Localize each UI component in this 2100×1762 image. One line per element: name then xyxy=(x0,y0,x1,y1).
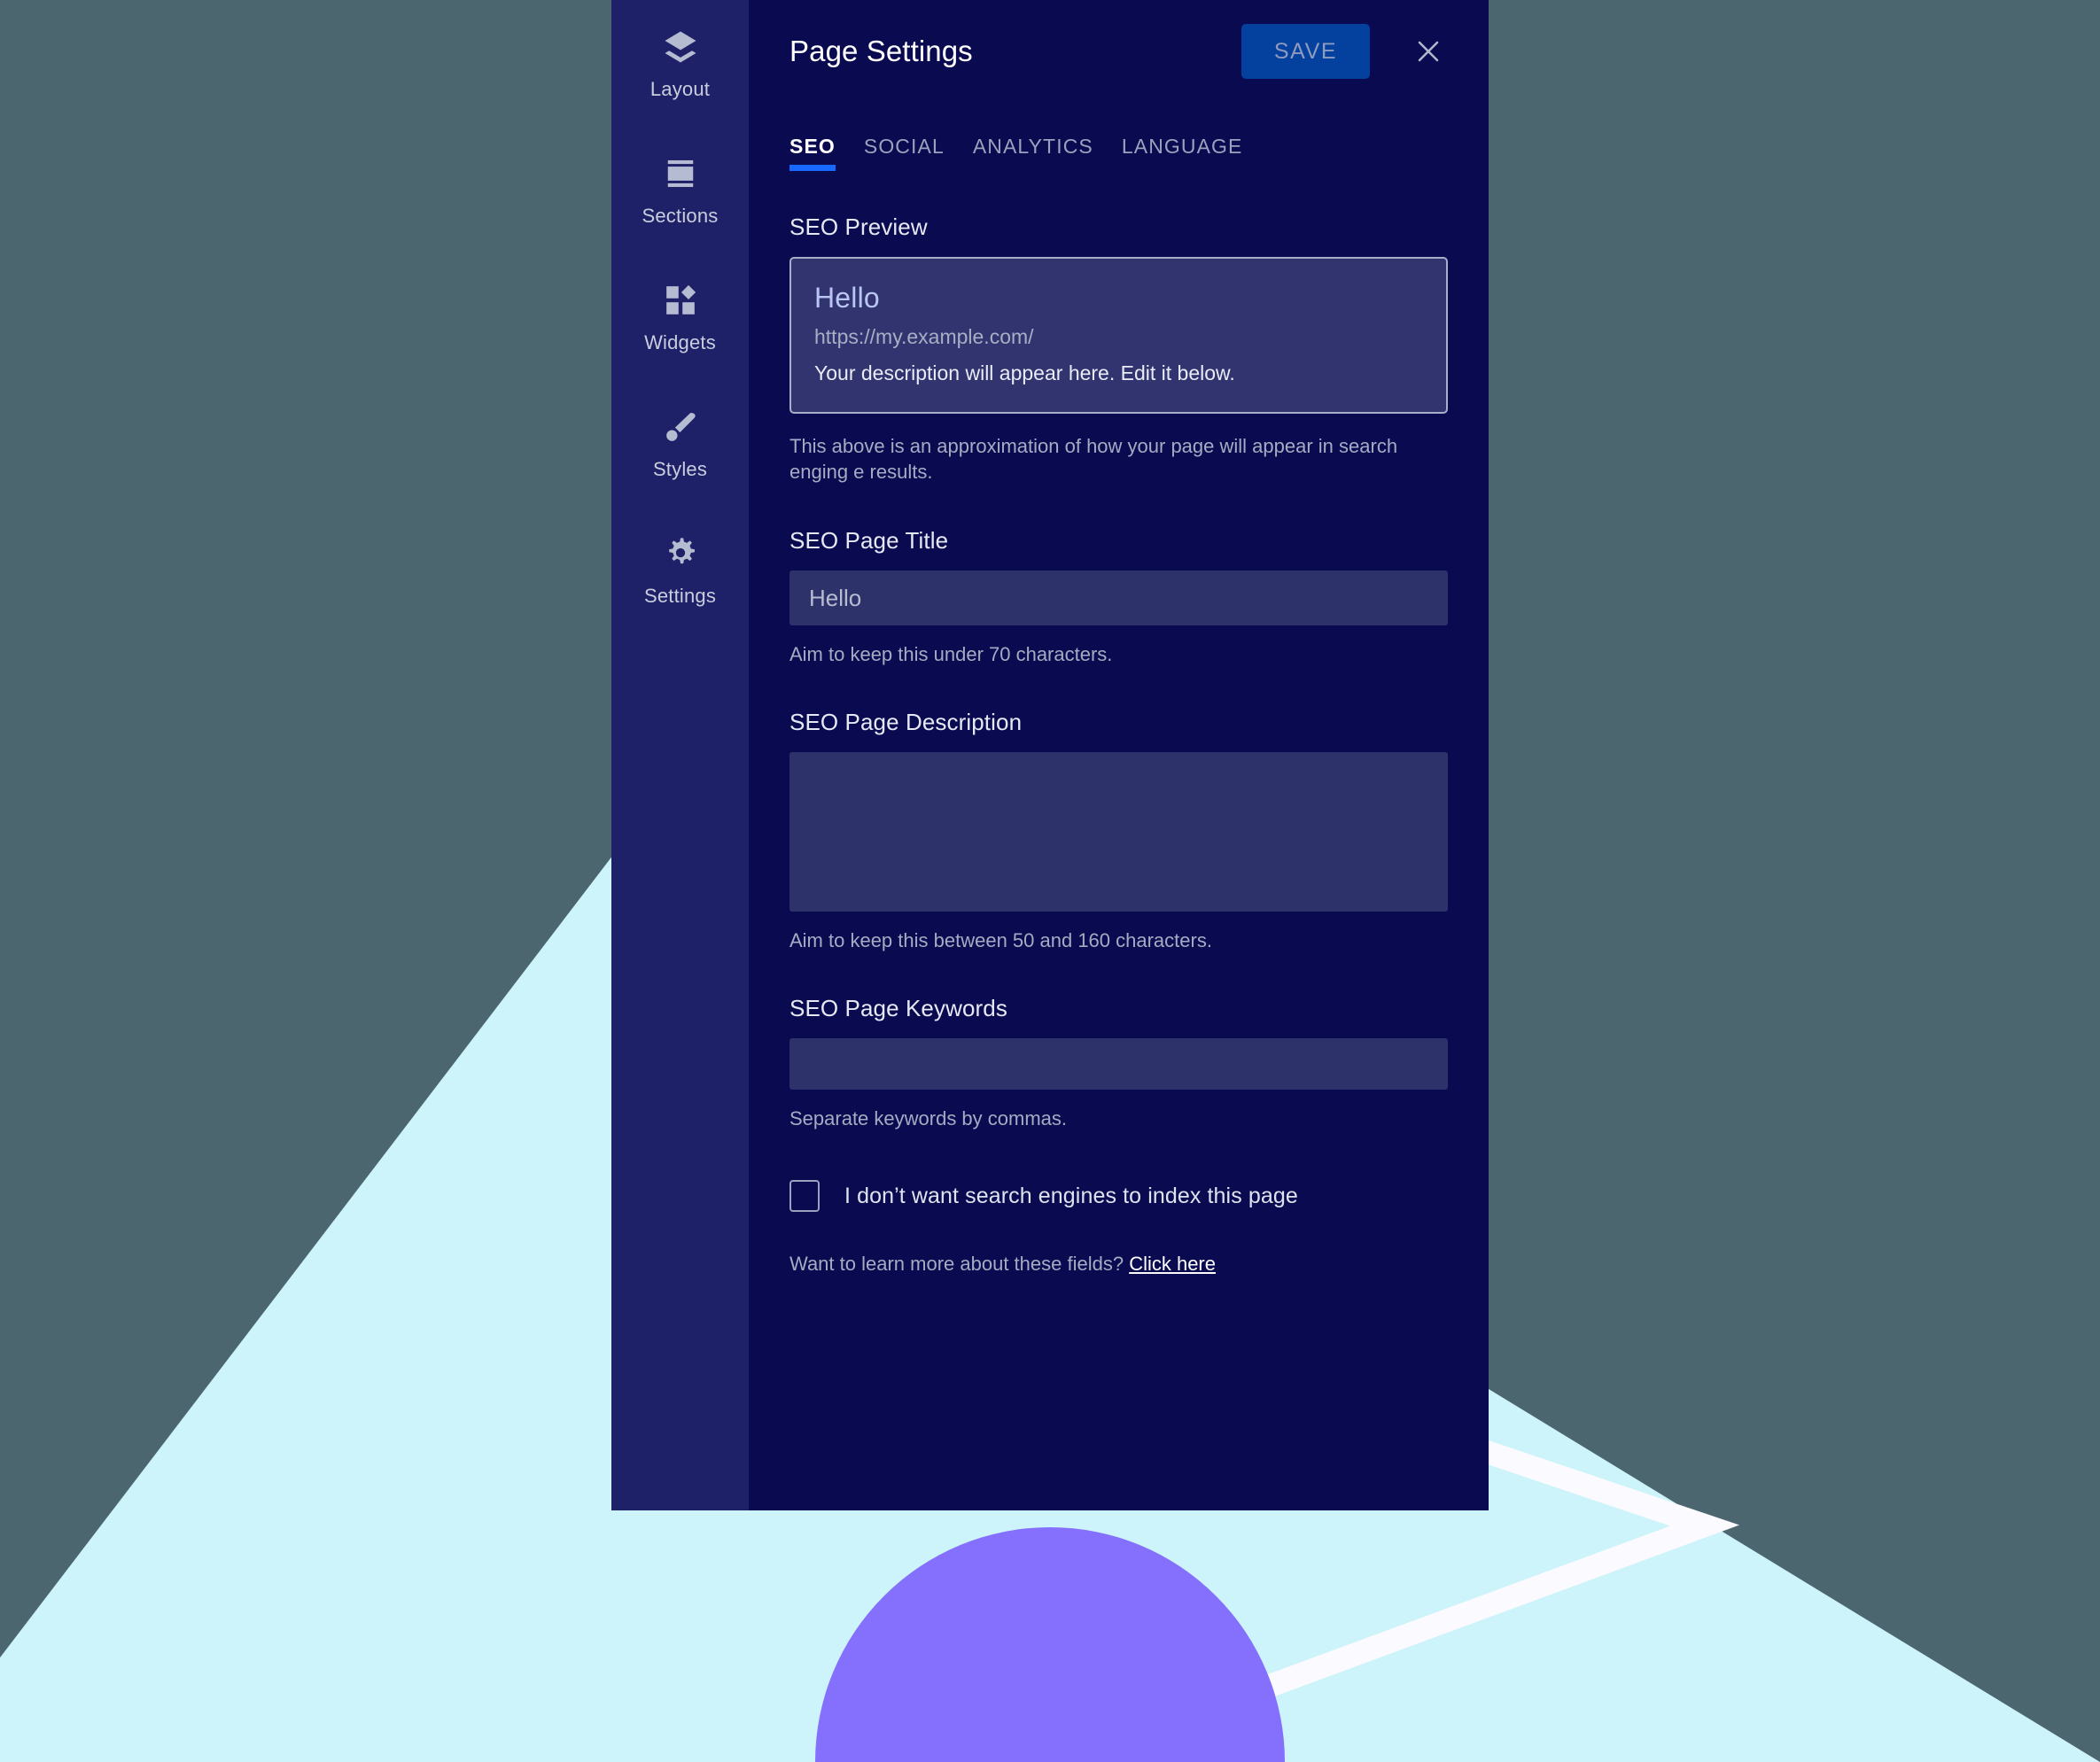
tab-social[interactable]: SOCIAL xyxy=(864,135,945,171)
learn-more-row: Want to learn more about these fields? C… xyxy=(789,1253,1448,1276)
settings-tabs: SEO SOCIAL ANALYTICS LANGUAGE xyxy=(789,135,1448,171)
sections-icon xyxy=(662,155,699,192)
seo-preview-card: Hello https://my.example.com/ Your descr… xyxy=(789,257,1448,414)
widgets-icon xyxy=(662,282,699,319)
learn-more-link[interactable]: Click here xyxy=(1129,1253,1216,1275)
sidebar-item-label: Settings xyxy=(643,585,717,607)
seo-description-input[interactable] xyxy=(789,752,1448,912)
page-title: Page Settings xyxy=(789,35,973,67)
sidebar-item-label: Sections xyxy=(642,205,719,227)
seo-keywords-input[interactable] xyxy=(789,1038,1448,1091)
tab-seo[interactable]: SEO xyxy=(789,135,836,171)
seo-preview-description: Your description will appear here. Edit … xyxy=(814,361,1235,384)
sidebar-item-label: Widgets xyxy=(644,331,716,353)
learn-more-text: Want to learn more about these fields? xyxy=(789,1253,1124,1276)
noindex-checkbox-row[interactable]: I don’t want search engines to index thi… xyxy=(789,1180,1448,1213)
sidebar-item-layout[interactable]: Layout xyxy=(611,19,749,146)
noindex-label: I don’t want search engines to index thi… xyxy=(844,1183,1298,1208)
seo-keywords-help: Separate keywords by commas. xyxy=(789,1107,1068,1130)
seo-description-label: SEO Page Description xyxy=(789,709,1023,736)
noindex-checkbox[interactable] xyxy=(789,1180,820,1213)
seo-title-input[interactable] xyxy=(789,571,1448,626)
seo-preview-label: SEO Preview xyxy=(789,213,928,240)
tab-language[interactable]: LANGUAGE xyxy=(1122,135,1243,171)
page-settings-panel: Layout Sections Widgets Styles Settings … xyxy=(611,0,1489,1510)
sidebar-item-label: Layout xyxy=(649,78,711,100)
gear-icon xyxy=(662,535,699,572)
paintbrush-icon xyxy=(662,408,699,446)
seo-keywords-label: SEO Page Keywords xyxy=(789,995,1007,1022)
panel-body: Page Settings SAVE SEO SOCIAL ANALYTICS … xyxy=(749,0,1489,1510)
sidebar-item-sections[interactable]: Sections xyxy=(611,146,749,273)
sidebar-item-label: Styles xyxy=(652,458,708,480)
sidebar-item-settings[interactable]: Settings xyxy=(611,526,749,653)
tab-analytics[interactable]: ANALYTICS xyxy=(973,135,1093,171)
close-icon[interactable] xyxy=(1409,32,1448,71)
editor-sidebar: Layout Sections Widgets Styles Settings xyxy=(611,0,749,1510)
seo-preview-help: This above is an approximation of how yo… xyxy=(789,435,1398,484)
sidebar-item-widgets[interactable]: Widgets xyxy=(611,273,749,400)
seo-description-help: Aim to keep this between 50 and 160 char… xyxy=(789,929,1212,952)
sidebar-item-styles[interactable]: Styles xyxy=(611,400,749,526)
seo-preview-title: Hello xyxy=(814,282,880,314)
seo-title-help: Aim to keep this under 70 characters. xyxy=(789,643,1113,666)
panel-header: Page Settings SAVE xyxy=(789,0,1448,89)
seo-preview-url: https://my.example.com/ xyxy=(814,325,1034,348)
save-button[interactable]: SAVE xyxy=(1241,24,1370,79)
seo-title-label: SEO Page Title xyxy=(789,527,949,555)
layers-icon xyxy=(662,28,699,66)
